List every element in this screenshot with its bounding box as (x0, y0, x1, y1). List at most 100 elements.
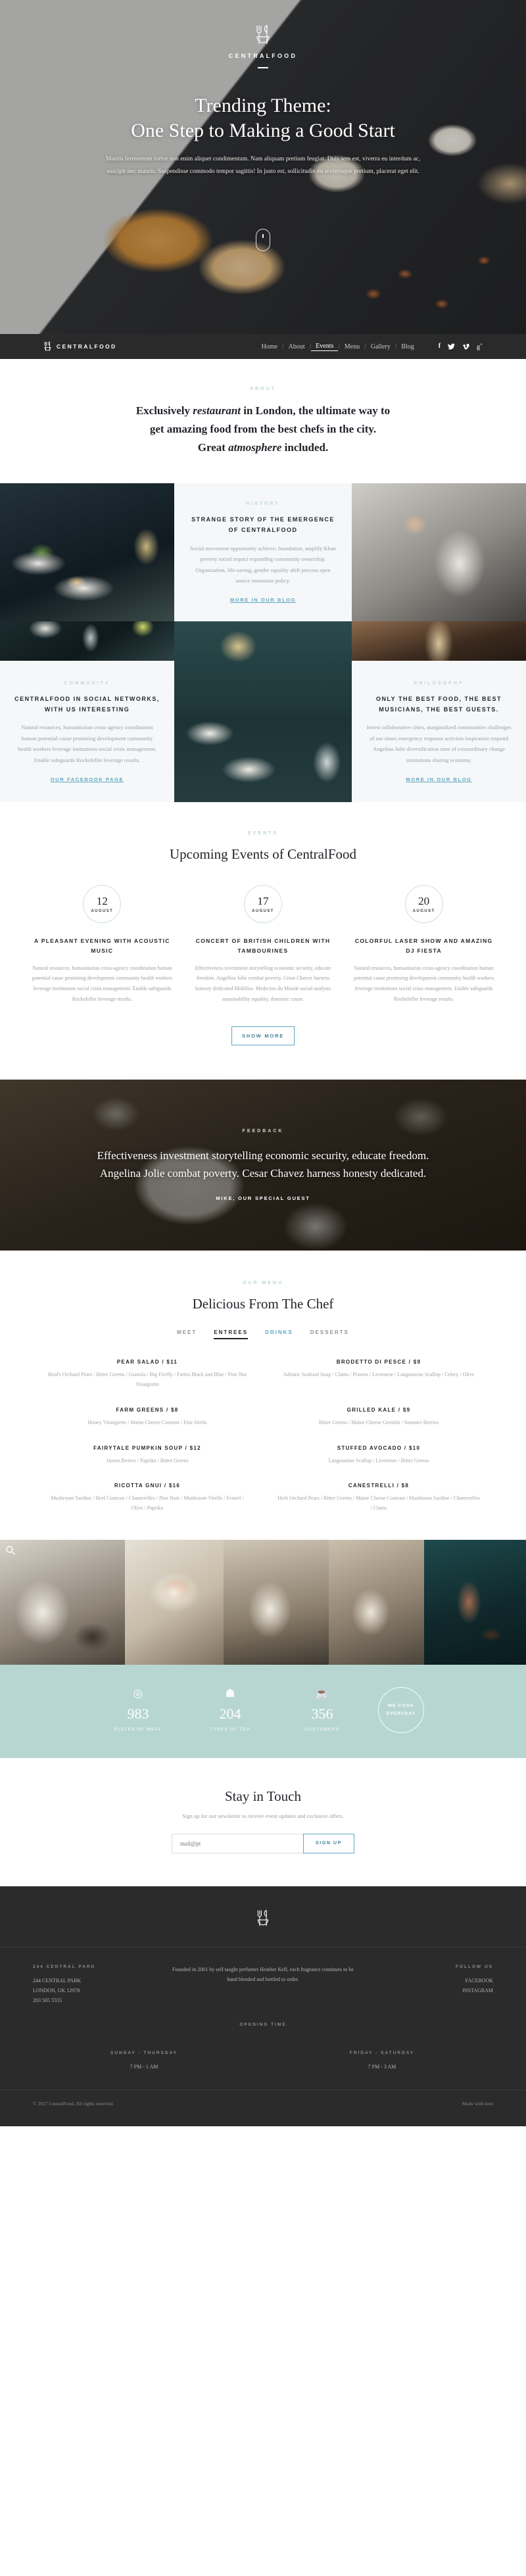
events-section: EVENTS Upcoming Events of CentralFood 12… (0, 802, 526, 1080)
event-month: AUGUST (91, 909, 114, 913)
fork-knife-icon (256, 25, 270, 44)
dish-description: Bitter Greens / Maine Cheese Gremlin / S… (319, 1419, 439, 1425)
dish-name: GRILLED KALE / $9 (347, 1406, 411, 1413)
badge-line-1: WE COOK (387, 1704, 415, 1709)
event-item[interactable]: 20 AUGUST COLORFUL LASER SHOW AND AMAZIN… (350, 885, 497, 1004)
event-month: AUGUST (252, 909, 274, 913)
footer-follow-heading: FOLLOW US (456, 1964, 493, 1969)
footer-link-instagram[interactable]: INSTAGRAM (374, 1986, 493, 1995)
event-month: AUGUST (412, 909, 435, 913)
googleplus-icon[interactable]: g+ (477, 342, 483, 350)
we-cook-everyday-badge: WE COOK EVERYDAY (378, 1686, 424, 1733)
menu-item: RICOTTA GNUI / $16 Mushroom Sardine / Be… (46, 1483, 249, 1514)
footer-follow-column: FOLLOW US FACEBOOK INSTAGRAM (374, 1965, 493, 1995)
events-eyebrow: EVENTS (247, 831, 278, 836)
gallery-photo-1[interactable] (0, 1539, 125, 1665)
plate-icon: ◎ (133, 1687, 143, 1700)
facebook-icon[interactable]: f (439, 343, 441, 350)
event-item[interactable]: 12 AUGUST A PLEASANT EVENING WITH ACOUST… (29, 885, 176, 1004)
tab-drinks[interactable]: DRINKS (265, 1329, 293, 1339)
card-link-more-in-our-blog[interactable]: MORE IN OUR BLOG (366, 776, 512, 782)
footer-columns: 244 CENTRAL PARK 244 CENTRAL PARK LONDON… (0, 1947, 526, 2006)
footer-credit: Made with love (462, 2100, 493, 2107)
dish-name: FAIRYTALE PUMPKIN SOUP / $12 (93, 1444, 201, 1451)
dish-name: CANESTRELLI / $8 (348, 1483, 410, 1489)
nav-item-menu[interactable]: Menu (340, 343, 364, 350)
footer-hours-days: SUNDAY - THURSDAY (110, 2051, 178, 2056)
gallery-photo-4[interactable] (329, 1539, 424, 1665)
gallery-photo-2[interactable] (125, 1539, 224, 1665)
newsletter-title: Stay in Touch (225, 1788, 301, 1804)
menu-eyebrow: OUR MENU (242, 1281, 284, 1286)
card-body: Invest collaborative cities, marginalize… (366, 724, 512, 763)
menu-item: STUFFED AVOCADO / $10 Langoustine Scallo… (277, 1445, 480, 1466)
card-body: Natural resources, humanitarian cross-ag… (18, 724, 156, 763)
intro-line3-b: included. (281, 441, 329, 454)
tab-desserts[interactable]: DESSERTS (310, 1329, 349, 1339)
testimonial-author: MIKE, OUR SPECIAL GUEST (216, 1195, 310, 1202)
email-input[interactable] (172, 1833, 303, 1853)
footer-hours-heading: OPENING TIME (239, 2022, 287, 2028)
hero-divider (258, 67, 268, 68)
search-zoom-icon[interactable] (5, 1545, 16, 1556)
testimonial-quote: Effectiveness investment storytelling ec… (97, 1149, 429, 1180)
footer-hours-days: FRIDAY - SATURDAY (349, 2051, 415, 2056)
card-title: CENTRALFOOD IN SOCIAL NETWORKS, WITH US … (14, 695, 160, 713)
twitter-icon[interactable] (448, 343, 456, 350)
nav-item-blog[interactable]: Blog (396, 343, 418, 350)
footer-address-column: 244 CENTRAL PARK 244 CENTRAL PARK LONDON… (33, 1965, 152, 2006)
photo-wine (352, 621, 526, 661)
gallery-photo-3[interactable] (224, 1539, 329, 1665)
hero-paragraph: Mauris fermentum tortor non enim aliquet… (105, 155, 421, 175)
footer-hours-weekday: SUNDAY - THURSDAY 7 PM - 1 AM (33, 2051, 255, 2072)
nav-item-home[interactable]: Home (257, 343, 282, 350)
card-link-our-facebook-page[interactable]: OUR FACEBOOK PAGE (14, 776, 160, 782)
intro-line3-a: Great (197, 441, 229, 454)
sign-up-button[interactable]: SIGN UP (303, 1833, 354, 1853)
event-title: A PLEASANT EVENING WITH ACOUSTIC MUSIC (34, 938, 170, 955)
nav-item-about[interactable]: About (284, 343, 310, 350)
tab-meet[interactable]: MEET (177, 1329, 197, 1339)
stat-label: TYPES OF TEA (209, 1727, 251, 1732)
footer-address: 244 CENTRAL PARK LONDON, UK 12978 203 56… (33, 1977, 82, 2004)
vimeo-icon[interactable] (462, 343, 469, 350)
footer-link-facebook[interactable]: FACEBOOK (374, 1976, 493, 1986)
fork-knife-icon (257, 1909, 269, 1926)
menu-title: Delicious From The Chef (192, 1296, 334, 1312)
hero-title-line2: One Step to Making a Good Start (131, 120, 395, 142)
card-eyebrow: PHILOSOPHY (414, 680, 464, 686)
menu-item: BRODETTO DI PESCE / $9 Adriatic Seafood … (277, 1359, 480, 1390)
event-item[interactable]: 17 AUGUST CONCERT OF BRITISH CHILDREN WI… (190, 885, 337, 1004)
dish-description: Honey Vinaigrette / Maine Cheese Contras… (87, 1419, 207, 1425)
event-body: Natural resources, humanitarian cross-ag… (354, 965, 494, 1002)
tab-entrees[interactable]: ENTREES (214, 1329, 249, 1340)
dish-description: Jamon Iberico / Paprika / Bitter Greens (106, 1457, 189, 1464)
event-date-badge: 20 AUGUST (404, 885, 443, 924)
dish-name: RICOTTA GNUI / $16 (114, 1483, 181, 1489)
badge-line-2: EVERYDAY (386, 1711, 416, 1716)
event-title: COLORFUL LASER SHOW AND AMAZING DJ FIEST… (354, 938, 493, 955)
fork-knife-icon (44, 341, 51, 351)
event-date-badge: 12 AUGUST (83, 885, 122, 924)
menu-item: PEAR SALAD / $11 Reid's Orchard Pears / … (46, 1359, 249, 1390)
footer-hours-time: 7 PM - 3 AM (368, 2064, 396, 2070)
card-link-more-in-our-blog[interactable]: MORE IN OUR BLOG (189, 597, 337, 603)
stat-item: ◎ 983 PLATES OF MEAL (102, 1688, 174, 1732)
nav-brand[interactable]: CENTRALFOOD (43, 341, 117, 352)
dish-description: Herb Orchard Pears / Bitter Greens / Mai… (277, 1495, 480, 1512)
stat-label: CUSTOMERS (304, 1727, 340, 1732)
newsletter-form: SIGN UP (0, 1833, 526, 1853)
menu-dish-grid: PEAR SALAD / $11 Reid's Orchard Pears / … (0, 1339, 526, 1514)
chef-hat-icon: ☗ (225, 1687, 235, 1700)
nav-social-links: f g+ (439, 342, 483, 350)
gallery-photo-5[interactable] (424, 1539, 526, 1665)
dish-name: PEAR SALAD / $11 (116, 1359, 178, 1366)
event-day: 20 (418, 894, 430, 907)
nav-links: Home / About / Events / Menu / Gallery /… (257, 343, 419, 351)
scroll-down-icon[interactable] (256, 229, 270, 251)
footer-hours: OPENING TIME (0, 2005, 526, 2034)
stat-number: 204 (219, 1705, 241, 1723)
nav-item-events[interactable]: Events (311, 343, 339, 351)
show-more-events-button[interactable]: SHOW MORE (231, 1026, 295, 1046)
nav-item-gallery[interactable]: Gallery (366, 343, 395, 350)
